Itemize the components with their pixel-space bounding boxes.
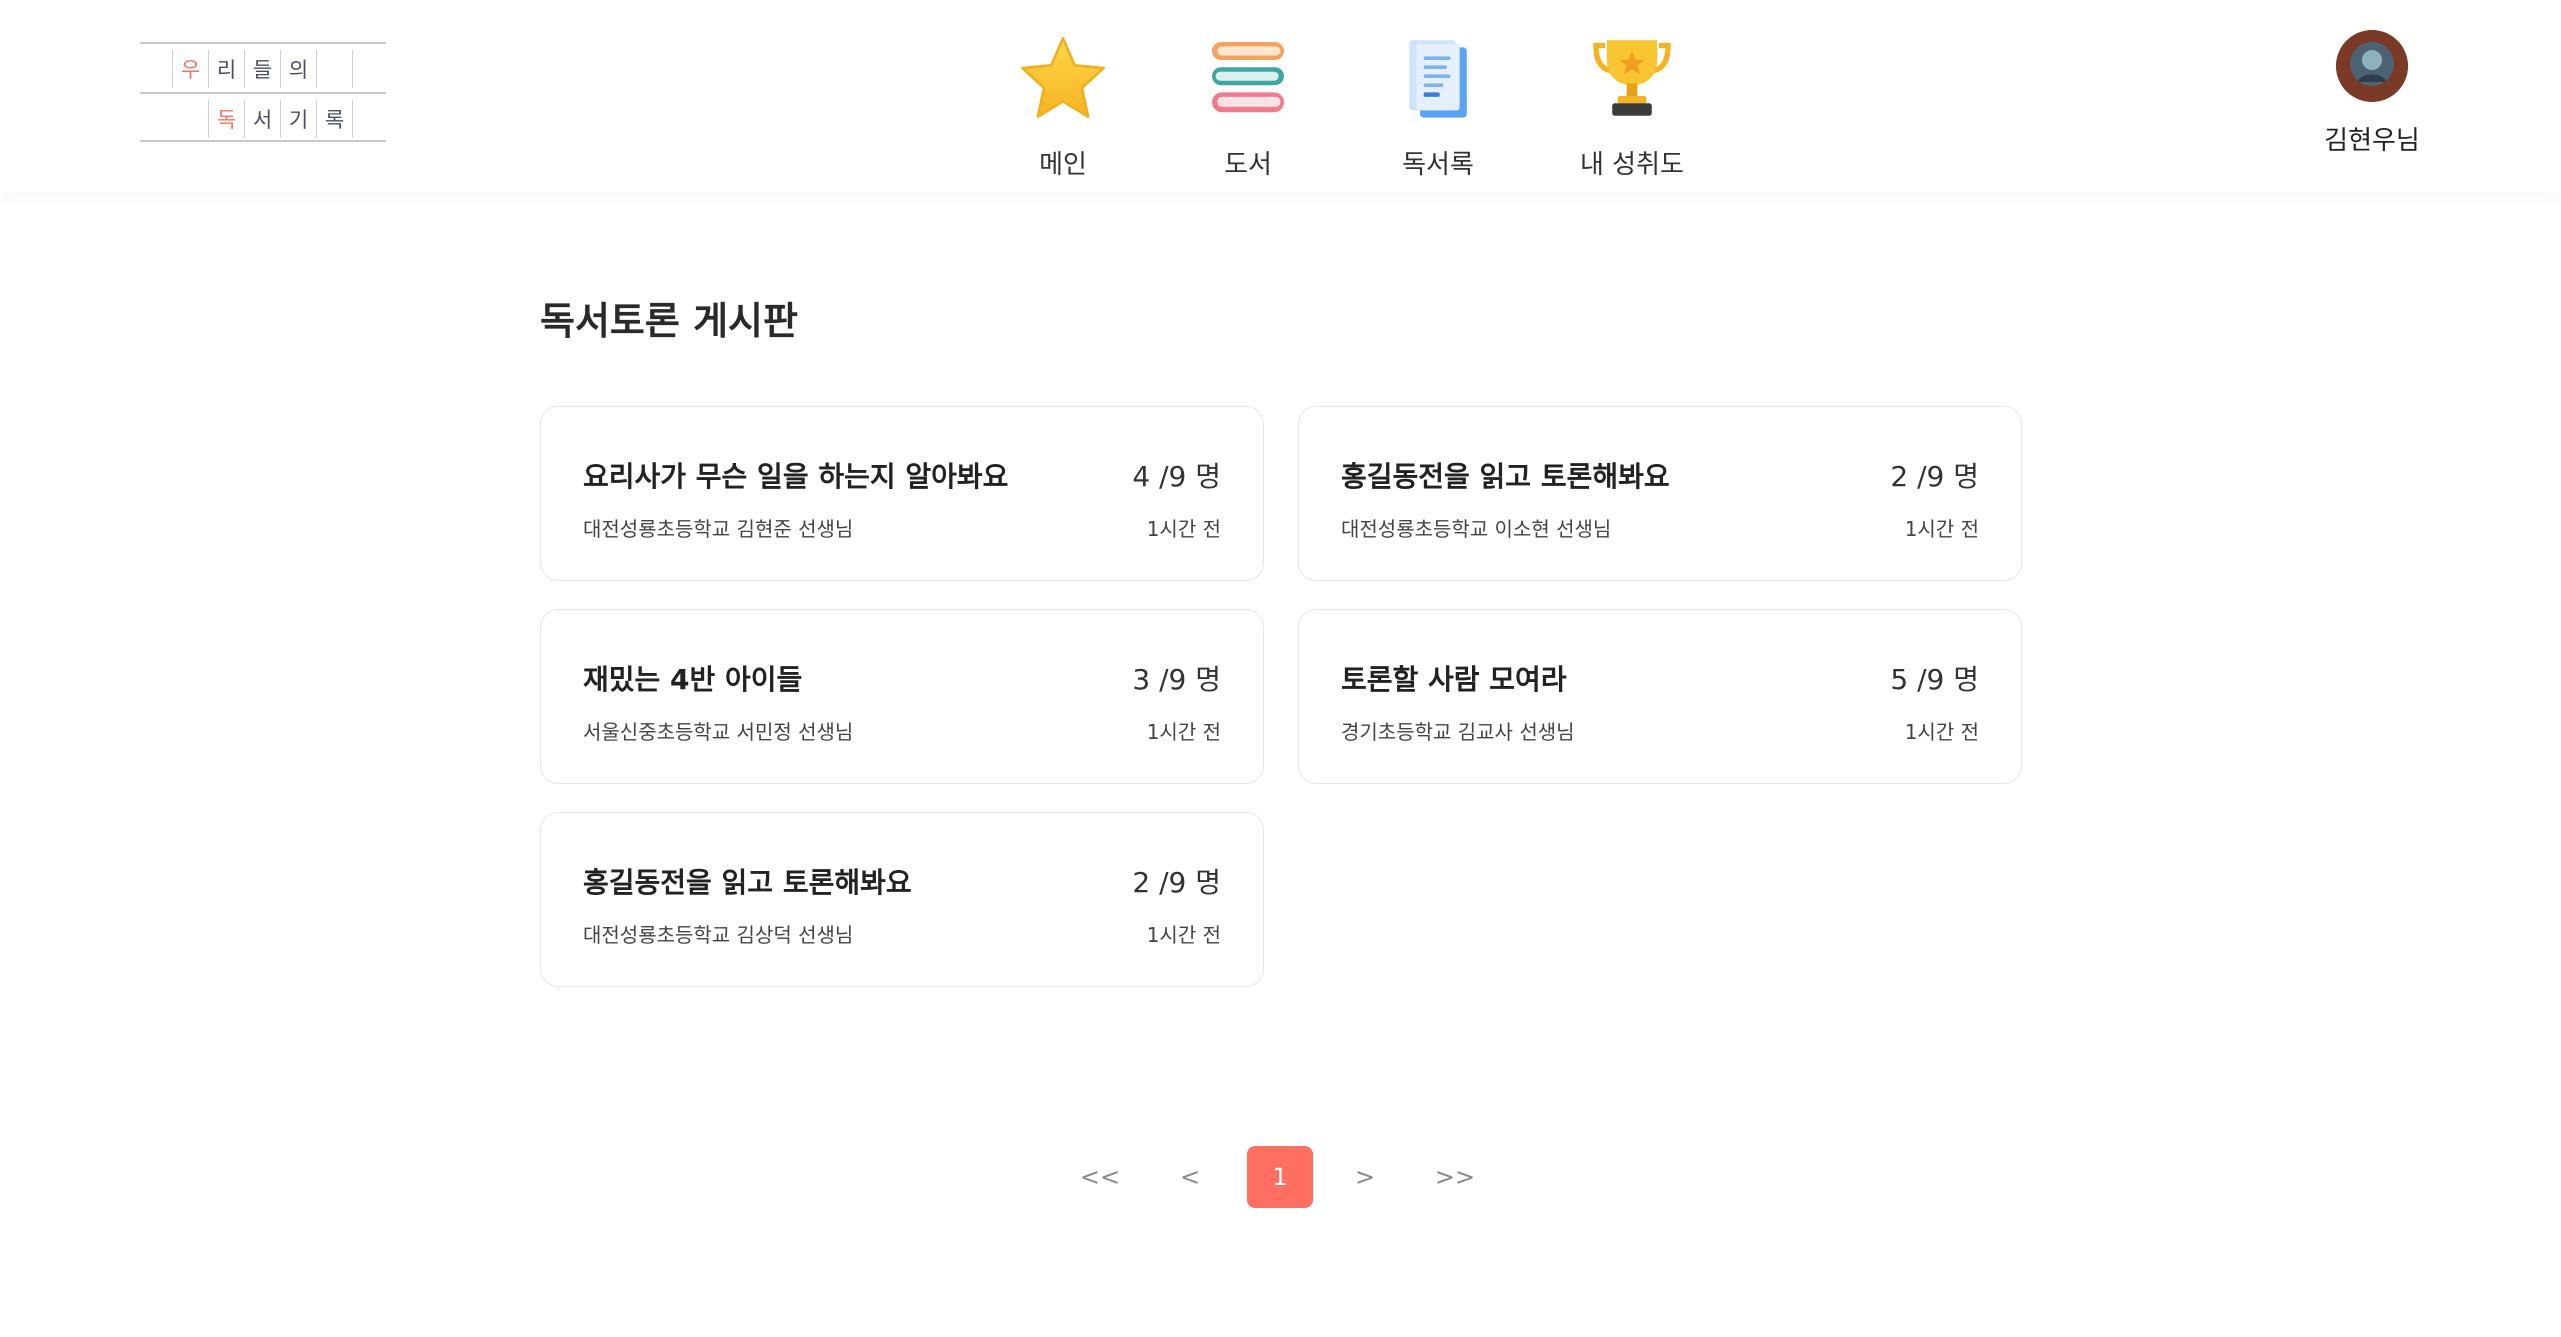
nav-label: 도서	[1224, 150, 1272, 180]
logo-cell	[352, 100, 388, 138]
star-icon	[1015, 30, 1111, 126]
nav-label: 메인	[1039, 150, 1087, 180]
last-page-button[interactable]: >>	[1425, 1146, 1485, 1208]
logo-row-2: 독 서 기 록	[208, 100, 388, 138]
post-author: 서울신중초등학교 서민정 선생님	[583, 720, 854, 744]
nav-item-main[interactable]: 메인	[1015, 30, 1111, 181]
logo-divider	[140, 92, 386, 94]
nav-label: 내 성취도	[1580, 150, 1684, 180]
nav-item-achievement[interactable]: 내 성취도	[1580, 30, 1684, 181]
current-page-button[interactable]: 1	[1247, 1146, 1313, 1208]
document-icon	[1390, 30, 1486, 126]
participant-count: 2 /9 명	[1890, 460, 1979, 493]
logo-char: 서	[244, 100, 280, 138]
logo-char: 리	[208, 50, 244, 88]
logo-cell	[352, 50, 388, 88]
post-card[interactable]: 홍길동전을 읽고 토론해봐요 2 /9 명 대전성룡초등학교 김상덕 선생님 1…	[540, 812, 1264, 987]
post-title: 요리사가 무슨 일을 하는지 알아봐요	[583, 460, 1009, 493]
nav-item-books[interactable]: 도서	[1200, 30, 1296, 181]
post-title: 재밌는 4반 아이들	[583, 663, 803, 696]
post-grid: 요리사가 무슨 일을 하는지 알아봐요 4 /9 명 대전성룡초등학교 김현준 …	[540, 406, 2022, 987]
post-card[interactable]: 토론할 사람 모여라 5 /9 명 경기초등학교 김교사 선생님 1시간 전	[1298, 609, 2022, 784]
top-header: 우 리 들 의 독 서 기 록 메인 도서 독서록 내 성취도 김현우님	[0, 0, 2561, 192]
post-card[interactable]: 요리사가 무슨 일을 하는지 알아봐요 4 /9 명 대전성룡초등학교 김현준 …	[540, 406, 1264, 581]
post-time: 1시간 전	[1146, 720, 1221, 744]
pagination: << < 1 > >>	[1050, 1146, 1510, 1208]
post-title: 홍길동전을 읽고 토론해봐요	[1341, 460, 1670, 493]
post-title: 홍길동전을 읽고 토론해봐요	[583, 866, 912, 899]
logo-char: 독	[208, 100, 244, 138]
post-author: 대전성룡초등학교 김현준 선생님	[583, 517, 854, 541]
post-author: 대전성룡초등학교 이소현 선생님	[1341, 517, 1612, 541]
participant-count: 3 /9 명	[1132, 663, 1221, 696]
post-time: 1시간 전	[1904, 517, 1979, 541]
trophy-icon	[1584, 30, 1680, 126]
logo-char: 기	[280, 100, 316, 138]
prev-page-button[interactable]: <	[1165, 1146, 1215, 1208]
participant-count: 4 /9 명	[1132, 460, 1221, 493]
logo-char: 들	[244, 50, 280, 88]
first-page-button[interactable]: <<	[1070, 1146, 1130, 1208]
participant-count: 5 /9 명	[1890, 663, 1979, 696]
post-author: 경기초등학교 김교사 선생님	[1341, 720, 1575, 744]
nav-label: 독서록	[1402, 150, 1474, 180]
participant-count: 2 /9 명	[1132, 866, 1221, 899]
book-stack-icon	[1200, 30, 1296, 126]
avatar-figure-icon	[2336, 30, 2408, 102]
post-time: 1시간 전	[1904, 720, 1979, 744]
next-page-button[interactable]: >	[1340, 1146, 1390, 1208]
post-card[interactable]: 홍길동전을 읽고 토론해봐요 2 /9 명 대전성룡초등학교 이소현 선생님 1…	[1298, 406, 2022, 581]
user-profile[interactable]: 김현우님	[2318, 30, 2426, 157]
logo-char: 우	[172, 50, 208, 88]
post-time: 1시간 전	[1146, 517, 1221, 541]
logo-row-1: 우 리 들 의	[172, 50, 388, 88]
post-title: 토론할 사람 모여라	[1341, 663, 1567, 696]
post-time: 1시간 전	[1146, 923, 1221, 947]
post-card[interactable]: 재밌는 4반 아이들 3 /9 명 서울신중초등학교 서민정 선생님 1시간 전	[540, 609, 1264, 784]
site-logo[interactable]: 우 리 들 의 독 서 기 록	[140, 42, 386, 142]
avatar[interactable]	[2336, 30, 2408, 102]
logo-char: 의	[280, 50, 316, 88]
page-title: 독서토론 게시판	[540, 299, 798, 343]
user-name: 김현우님	[2324, 126, 2420, 156]
logo-char: 록	[316, 100, 352, 138]
nav-item-reading-log[interactable]: 독서록	[1390, 30, 1486, 181]
post-author: 대전성룡초등학교 김상덕 선생님	[583, 923, 854, 947]
logo-cell	[316, 50, 352, 88]
